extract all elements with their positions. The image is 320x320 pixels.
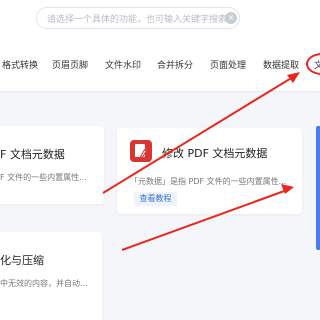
tool-card-metadata-partial[interactable]: F 文档元数据 F 文件的一些内置属性... bbox=[0, 126, 104, 204]
tab-format-conversion[interactable]: 格式转换 bbox=[2, 58, 38, 71]
card-title: 修改 PDF 文档元数据 bbox=[162, 147, 268, 160]
top-header: 请选择一个具体的功能，也可输入关键字搜索！ × bbox=[0, 0, 320, 38]
tab-file-partial[interactable]: 文 bbox=[314, 58, 320, 71]
tool-card-area: F 文档元数据 F 文件的一些内置属性... 修改 PDF 文档元数据 「元数据… bbox=[0, 92, 320, 320]
tool-card-optimize-compress-partial[interactable]: 化与压缩 中无效的内容，并自动... bbox=[0, 232, 102, 320]
card-title: 化与压缩 bbox=[0, 254, 44, 267]
tab-merge-split[interactable]: 合并拆分 bbox=[157, 58, 193, 71]
card-title: F 文档元数据 bbox=[0, 148, 65, 161]
view-tutorial-button[interactable]: 查看教程 bbox=[134, 192, 177, 206]
tab-watermark[interactable]: 文件水印 bbox=[105, 58, 141, 71]
tab-page-processing[interactable]: 页面处理 bbox=[210, 58, 246, 71]
category-tab-bar: 格式转换 页眉页脚 文件水印 合并拆分 页面处理 数据提取 文 bbox=[0, 38, 320, 92]
next-card-edge bbox=[316, 126, 320, 250]
card-description: 「元数据」是指 PDF 文件的一些内置属性... bbox=[130, 177, 287, 186]
search-placeholder: 请选择一个具体的功能，也可输入关键字搜索！ bbox=[47, 15, 237, 25]
card-description: F 文件的一些内置属性... bbox=[0, 173, 87, 182]
tab-data-extraction[interactable]: 数据提取 bbox=[263, 58, 299, 71]
card-description: 中无效的内容，并自动... bbox=[0, 279, 88, 288]
tool-card-edit-metadata[interactable]: 修改 PDF 文档元数据 「元数据」是指 PDF 文件的一些内置属性... 查看… bbox=[117, 128, 302, 214]
clear-search-icon[interactable]: × bbox=[225, 12, 237, 24]
pdf-edit-icon bbox=[130, 140, 152, 162]
search-input[interactable]: 请选择一个具体的功能，也可输入关键字搜索！ × bbox=[36, 7, 240, 29]
tab-header-footer[interactable]: 页眉页脚 bbox=[52, 58, 88, 71]
